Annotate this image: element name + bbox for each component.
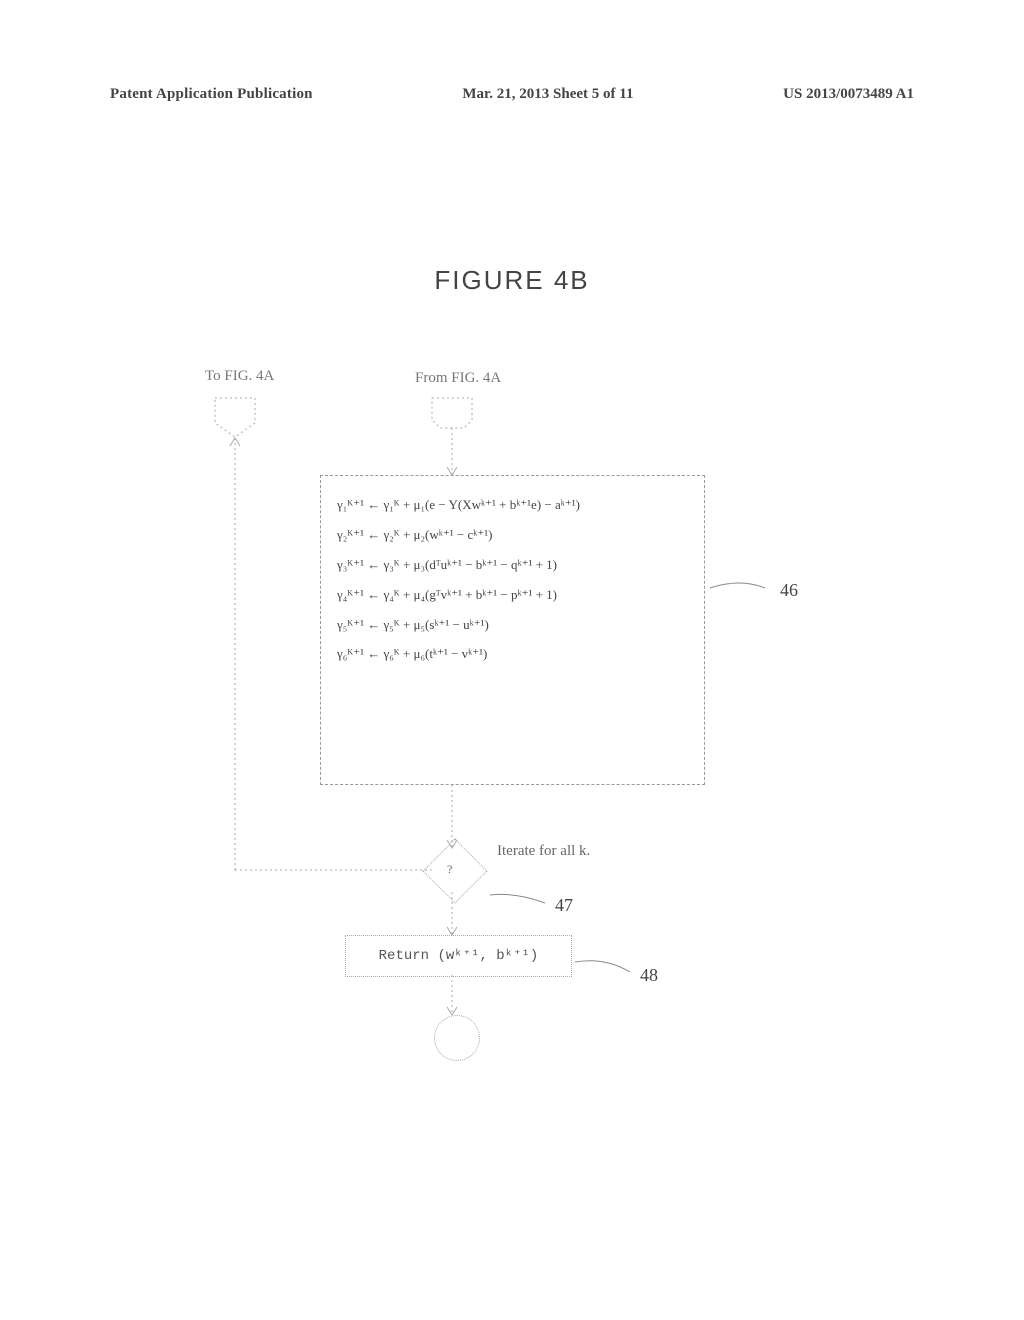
eq-gamma1: γ₁ᴷ⁺¹ ← γ₁ᴷ + μ₁(e − Y(Xwᵏ⁺¹ + bᵏ⁺¹e) − …	[337, 490, 688, 520]
ref-47: 47	[555, 895, 573, 916]
figure-title: FIGURE 4B	[0, 265, 1024, 296]
update-equations-box: γ₁ᴷ⁺¹ ← γ₁ᴷ + μ₁(e − Y(Xwᵏ⁺¹ + bᵏ⁺¹e) − …	[320, 475, 705, 785]
connector-label-from: From FIG. 4A	[415, 370, 501, 387]
ref-46: 46	[780, 580, 798, 601]
page-header: Patent Application Publication Mar. 21, …	[110, 86, 914, 103]
decision-mark: ?	[447, 862, 452, 877]
decision-diamond	[422, 838, 487, 903]
header-right: US 2013/0073489 A1	[783, 86, 914, 103]
header-center: Mar. 21, 2013 Sheet 5 of 11	[462, 86, 633, 103]
connector-label-to: To FIG. 4A	[205, 368, 274, 385]
eq-gamma2: γ₂ᴷ⁺¹ ← γ₂ᴷ + μ₂(wᵏ⁺¹ − cᵏ⁺¹)	[337, 520, 688, 550]
return-text: Return (wᵏ⁺¹, bᵏ⁺¹)	[379, 948, 539, 964]
header-left: Patent Application Publication	[110, 86, 313, 103]
end-terminator	[434, 1015, 480, 1061]
return-box: Return (wᵏ⁺¹, bᵏ⁺¹)	[345, 935, 572, 977]
eq-gamma5: γ₅ᴷ⁺¹ ← γ₅ᴷ + μ₅(sᵏ⁺¹ − uᵏ⁺¹)	[337, 610, 688, 640]
ref-48: 48	[640, 965, 658, 986]
eq-gamma3: γ₃ᴷ⁺¹ ← γ₃ᴷ + μ₃(dᵀuᵏ⁺¹ − bᵏ⁺¹ − qᵏ⁺¹ + …	[337, 550, 688, 580]
eq-gamma4: γ₄ᴷ⁺¹ ← γ₄ᴷ + μ₄(gᵀvᵏ⁺¹ + bᵏ⁺¹ − pᵏ⁺¹ + …	[337, 580, 688, 610]
iterate-label: Iterate for all k.	[497, 843, 590, 860]
eq-gamma6: γ₆ᴷ⁺¹ ← γ₆ᴷ + μ₆(tᵏ⁺¹ − vᵏ⁺¹)	[337, 639, 688, 669]
